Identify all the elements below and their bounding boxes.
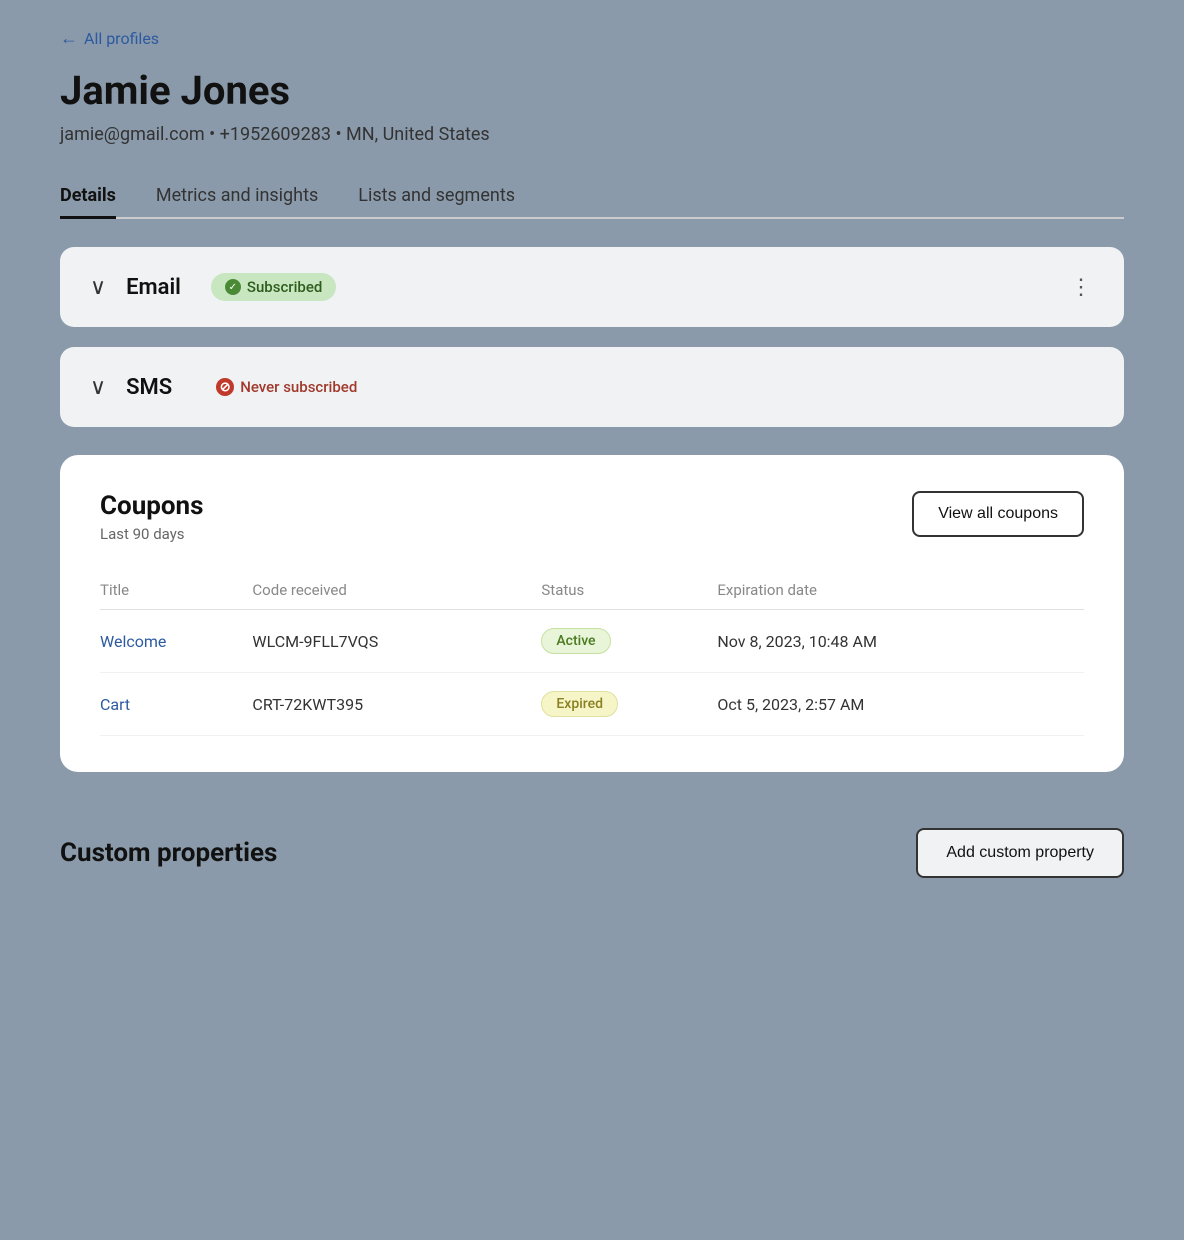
coupons-header-left: Coupons Last 90 days <box>100 491 203 543</box>
email-card-title: Email <box>126 275 181 300</box>
page-wrapper: ← All profiles Jamie Jones jamie@gmail.c… <box>0 0 1184 1240</box>
coupons-wrapper: Coupons Last 90 days View all coupons Ti… <box>0 455 1184 772</box>
coupon-row-welcome: Welcome WLCM-9FLL7VQS Active Nov 8, 2023… <box>100 610 1084 673</box>
sms-status-badge: ⊘ Never subscribed <box>202 373 371 401</box>
sms-card-title: SMS <box>126 375 172 400</box>
coupon-status-cart: Expired <box>541 691 618 717</box>
custom-props-title: Custom properties <box>60 838 277 868</box>
email-status-badge: ✓ Subscribed <box>211 273 336 301</box>
coupon-code-cart: CRT-72KWT395 <box>252 673 541 736</box>
coupons-title: Coupons <box>100 491 203 521</box>
sms-chevron-icon[interactable]: ∨ <box>90 375 106 400</box>
subscribed-check-icon: ✓ <box>225 279 241 295</box>
cards-section: ∨ Email ✓ Subscribed ⋮ ∨ SMS ⊘ Never sub… <box>0 219 1184 455</box>
tabs: Details Metrics and insights Lists and s… <box>60 173 1124 219</box>
tab-metrics[interactable]: Metrics and insights <box>156 175 318 219</box>
coupons-table: Title Code received Status Expiration da… <box>100 571 1084 736</box>
col-header-code: Code received <box>252 571 541 610</box>
col-header-title: Title <box>100 571 252 610</box>
profile-phone: +1952609283 <box>220 124 331 145</box>
never-subscribed-icon: ⊘ <box>216 378 234 396</box>
back-arrow-icon: ← <box>60 28 78 49</box>
top-section: ← All profiles Jamie Jones jamie@gmail.c… <box>0 0 1184 219</box>
coupon-status-welcome: Active <box>541 628 610 654</box>
profile-name: Jamie Jones <box>60 67 1124 114</box>
col-header-expiration: Expiration date <box>717 571 1084 610</box>
custom-properties-section: Custom properties Add custom property <box>0 792 1184 918</box>
email-menu-icon[interactable]: ⋮ <box>1070 275 1094 300</box>
sms-subscription-card: ∨ SMS ⊘ Never subscribed <box>60 347 1124 427</box>
coupons-header: Coupons Last 90 days View all coupons <box>100 491 1084 543</box>
coupon-title-welcome[interactable]: Welcome <box>100 632 166 651</box>
profile-meta: jamie@gmail.com • +1952609283 • MN, Unit… <box>60 124 1124 145</box>
back-link-label: All profiles <box>84 29 159 48</box>
coupon-expiry-welcome: Nov 8, 2023, 10:48 AM <box>717 610 1084 673</box>
coupon-title-cart[interactable]: Cart <box>100 695 130 714</box>
add-custom-property-button[interactable]: Add custom property <box>916 828 1124 878</box>
col-header-status: Status <box>541 571 717 610</box>
coupons-section: Coupons Last 90 days View all coupons Ti… <box>60 455 1124 772</box>
profile-email: jamie@gmail.com <box>60 124 205 145</box>
profile-location: MN, United States <box>346 124 490 145</box>
tab-lists[interactable]: Lists and segments <box>358 175 515 219</box>
email-status-label: Subscribed <box>247 278 322 296</box>
coupon-row-cart: Cart CRT-72KWT395 Expired Oct 5, 2023, 2… <box>100 673 1084 736</box>
back-link[interactable]: ← All profiles <box>60 28 1124 49</box>
email-subscription-card: ∨ Email ✓ Subscribed ⋮ <box>60 247 1124 327</box>
sms-status-label: Never subscribed <box>240 378 357 396</box>
coupon-expiry-cart: Oct 5, 2023, 2:57 AM <box>717 673 1084 736</box>
coupons-subtitle: Last 90 days <box>100 525 203 543</box>
custom-props-header: Custom properties Add custom property <box>60 828 1124 878</box>
coupon-code-welcome: WLCM-9FLL7VQS <box>252 610 541 673</box>
view-all-coupons-button[interactable]: View all coupons <box>912 491 1084 537</box>
sms-card-left: ∨ SMS ⊘ Never subscribed <box>90 373 371 401</box>
email-card-left: ∨ Email ✓ Subscribed <box>90 273 336 301</box>
email-chevron-icon[interactable]: ∨ <box>90 275 106 300</box>
tab-details[interactable]: Details <box>60 175 116 219</box>
coupons-table-header-row: Title Code received Status Expiration da… <box>100 571 1084 610</box>
